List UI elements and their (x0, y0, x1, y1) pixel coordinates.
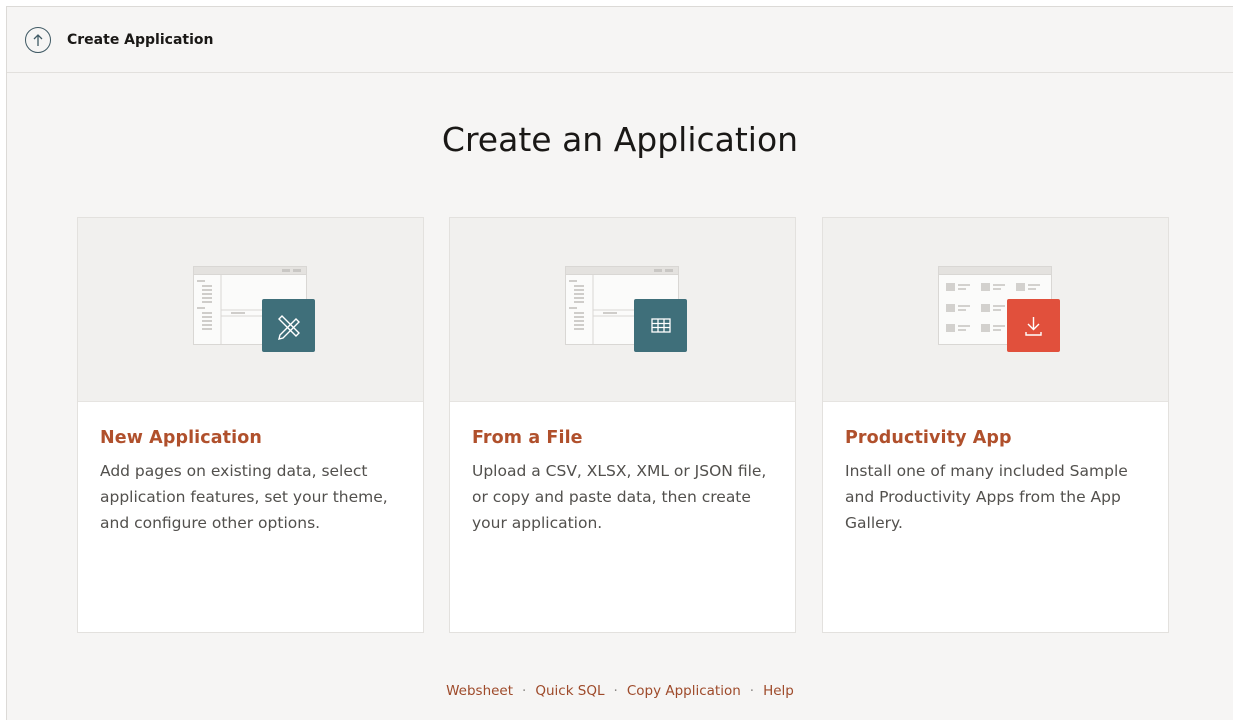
card-body: Productivity App Install one of many inc… (823, 402, 1168, 536)
help-link[interactable]: Help (763, 683, 794, 699)
page-title: Create an Application (441, 120, 799, 159)
card-description: Upload a CSV, XLSX, XML or JSON file, or… (472, 462, 767, 532)
app-builder-illustration (193, 266, 315, 352)
quick-sql-link[interactable]: Quick SQL (535, 683, 604, 699)
separator: · (749, 683, 755, 699)
card-hero (78, 218, 423, 402)
separator: · (522, 683, 527, 699)
card-title[interactable]: New Application (100, 428, 401, 448)
card-hero (823, 218, 1168, 402)
websheet-link[interactable]: Websheet (446, 683, 513, 699)
separator: · (613, 683, 618, 699)
card-body: New Application Add pages on existing da… (78, 402, 423, 536)
new-application-card[interactable]: New Application Add pages on existing da… (77, 217, 424, 633)
card-title[interactable]: Productivity App (845, 428, 1146, 448)
card-description: Add pages on existing data, select appli… (100, 462, 388, 532)
header-title: Create Application (67, 31, 214, 48)
app-gallery-illustration (938, 266, 1060, 352)
from-a-file-card[interactable]: From a File Upload a CSV, XLSX, XML or J… (449, 217, 796, 633)
card-title[interactable]: From a File (472, 428, 773, 448)
app-frame: Create Application Create an Application (6, 6, 1233, 720)
footer-links: Websheet · Quick SQL · Copy Application · Help (7, 683, 1233, 699)
card-body: From a File Upload a CSV, XLSX, XML or J… (450, 402, 795, 536)
top-bar: Create Application (7, 7, 1233, 73)
card-hero (450, 218, 795, 402)
productivity-app-card[interactable]: Productivity App Install one of many inc… (822, 217, 1169, 633)
copy-application-link[interactable]: Copy Application (627, 683, 741, 699)
file-upload-illustration (565, 266, 687, 352)
arrow-up-circle-icon[interactable] (25, 26, 51, 53)
card-description: Install one of many included Sample and … (845, 462, 1128, 532)
